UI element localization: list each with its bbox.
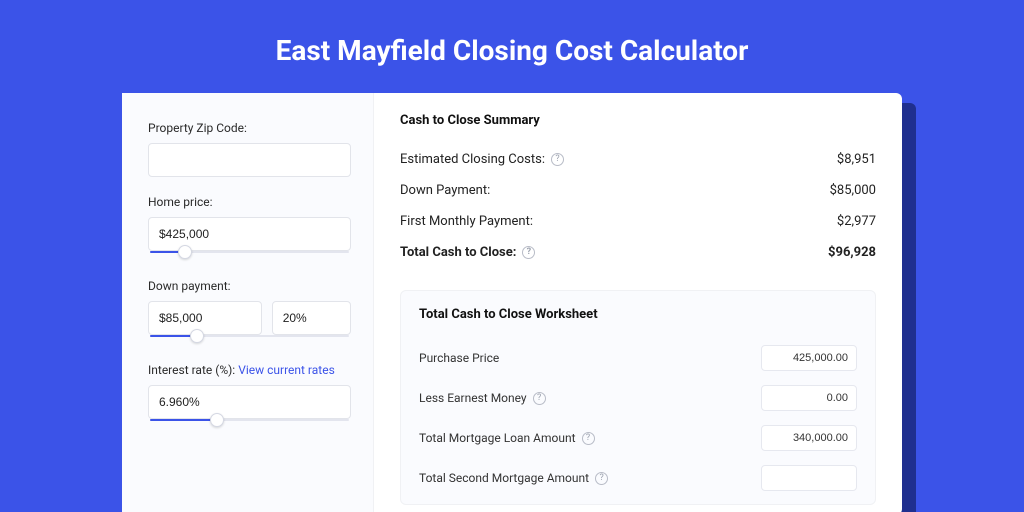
interest-slider[interactable]: [148, 415, 351, 429]
worksheet-label: Less Earnest Money?: [419, 391, 546, 405]
summary-row: Estimated Closing Costs:? $8,951: [400, 144, 876, 175]
home-price-label: Home price:: [148, 195, 351, 209]
interest-input[interactable]: [148, 385, 351, 419]
worksheet-rows: Purchase Price Less Earnest Money? Total M…: [419, 338, 857, 498]
summary-label: Down Payment:: [400, 183, 490, 198]
summary-row: Down Payment: $85,000: [400, 175, 876, 206]
worksheet-label: Purchase Price: [419, 351, 499, 365]
summary-rows: Estimated Closing Costs:? $8,951 Down Paym…: [400, 144, 876, 268]
zip-group: Property Zip Code:: [148, 121, 351, 177]
zip-label: Property Zip Code:: [148, 121, 351, 135]
slider-thumb[interactable]: [190, 329, 204, 343]
interest-label: Interest rate (%): View current rates: [148, 363, 351, 377]
interest-group: Interest rate (%): View current rates: [148, 363, 351, 429]
home-price-slider[interactable]: [148, 247, 351, 261]
summary-row: First Monthly Payment: $2,977: [400, 206, 876, 237]
summary-value: $96,928: [828, 245, 876, 260]
worksheet-row: Less Earnest Money?: [419, 378, 857, 418]
worksheet-value-input[interactable]: [761, 385, 857, 411]
worksheet-value-input[interactable]: [761, 425, 857, 451]
zip-input[interactable]: [148, 143, 351, 177]
help-icon[interactable]: ?: [551, 153, 564, 166]
summary-label: Estimated Closing Costs:?: [400, 152, 564, 167]
down-payment-label: Down payment:: [148, 279, 351, 293]
inputs-panel: Property Zip Code: Home price: Down paym…: [122, 93, 374, 512]
down-payment-input[interactable]: [148, 301, 262, 335]
page-title: East Mayfield Closing Cost Calculator: [276, 34, 749, 67]
slider-thumb[interactable]: [178, 245, 192, 259]
worksheet-value-input[interactable]: [761, 345, 857, 371]
slider-thumb[interactable]: [210, 413, 224, 427]
down-payment-group: Down payment:: [148, 279, 351, 345]
help-icon[interactable]: ?: [522, 246, 535, 259]
calculator-card: Property Zip Code: Home price: Down paym…: [122, 93, 902, 512]
help-icon[interactable]: ?: [595, 472, 608, 485]
worksheet-value-input[interactable]: [761, 465, 857, 491]
summary-value: $85,000: [830, 183, 876, 198]
worksheet-label: Total Second Mortgage Amount?: [419, 471, 608, 485]
worksheet-row: Total Mortgage Loan Amount?: [419, 418, 857, 458]
worksheet-title: Total Cash to Close Worksheet: [419, 307, 857, 322]
down-payment-slider[interactable]: [148, 331, 351, 345]
worksheet-label: Total Mortgage Loan Amount?: [419, 431, 595, 445]
home-price-input[interactable]: [148, 217, 351, 251]
help-icon[interactable]: ?: [533, 392, 546, 405]
calculator-card-wrap: Property Zip Code: Home price: Down paym…: [122, 93, 902, 512]
worksheet-card: Total Cash to Close Worksheet Purchase P…: [400, 290, 876, 505]
view-rates-link[interactable]: View current rates: [238, 363, 335, 377]
summary-value: $2,977: [837, 214, 876, 229]
results-panel: Cash to Close Summary Estimated Closing …: [374, 93, 902, 512]
summary-row: Total Cash to Close:? $96,928: [400, 237, 876, 268]
help-icon[interactable]: ?: [582, 432, 595, 445]
worksheet-row: Total Second Mortgage Amount?: [419, 458, 857, 498]
summary-title: Cash to Close Summary: [400, 113, 876, 128]
summary-label: First Monthly Payment:: [400, 214, 533, 229]
worksheet-row: Purchase Price: [419, 338, 857, 378]
summary-label: Total Cash to Close:?: [400, 245, 535, 260]
home-price-group: Home price:: [148, 195, 351, 261]
summary-value: $8,951: [837, 152, 876, 167]
down-payment-pct-input[interactable]: [272, 301, 351, 335]
